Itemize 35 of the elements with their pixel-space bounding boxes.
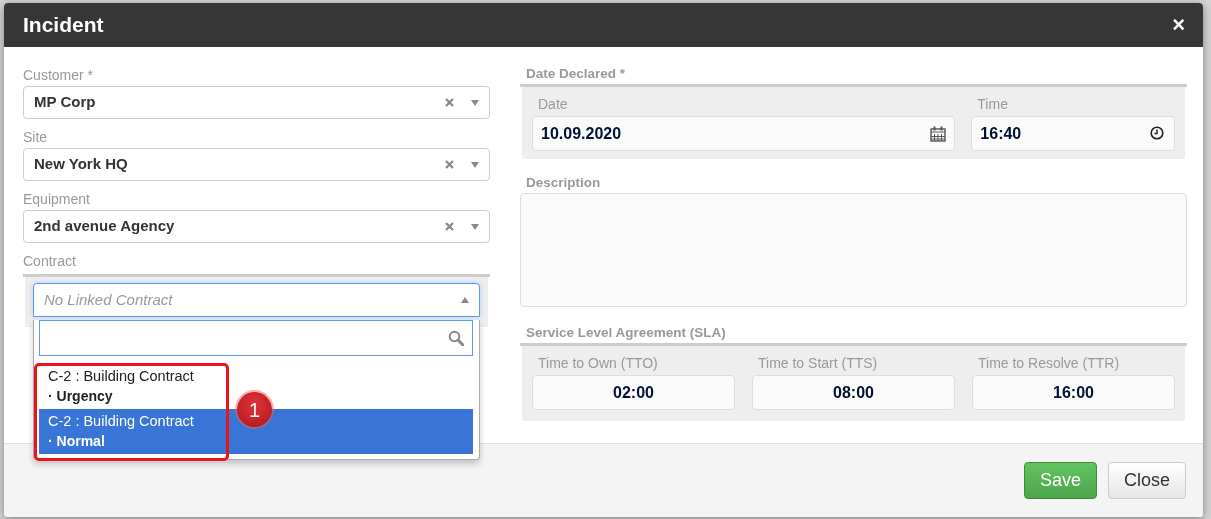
caret-icon[interactable]: [461, 297, 469, 303]
field-label: Contract: [23, 252, 77, 270]
close-button[interactable]: ×: [1172, 14, 1185, 36]
field-label: Customer *: [23, 66, 95, 84]
caret-icon[interactable]: [471, 223, 479, 230]
close-button[interactable]: Close: [1108, 462, 1186, 499]
time-field: 16:00: [972, 375, 1175, 410]
field-label: Time to Start (TTS): [758, 355, 879, 371]
select-field[interactable]: 2nd avenue Agency: [23, 210, 490, 243]
calendar-icon[interactable]: [930, 125, 947, 142]
description-field[interactable]: [520, 193, 1187, 307]
time-field[interactable]: 16:40: [971, 116, 1175, 151]
caret-icon[interactable]: [471, 99, 479, 106]
section-label: Service Level Agreement (SLA): [525, 325, 727, 341]
clock-icon[interactable]: [1150, 125, 1166, 142]
time-field: 08:00: [752, 375, 955, 410]
field-label: Time to Own (TTO): [538, 355, 659, 371]
clear-icon[interactable]: [445, 98, 454, 107]
caret-icon[interactable]: [471, 161, 479, 168]
dialog-title: Incident: [23, 12, 104, 39]
field-label: Date: [538, 96, 569, 112]
clear-icon[interactable]: [445, 160, 454, 169]
field-label: Time: [977, 96, 1009, 112]
field-label: Site: [23, 128, 49, 146]
search-field[interactable]: [39, 320, 473, 356]
date-field[interactable]: 10.09.2020: [532, 116, 956, 151]
clear-icon[interactable]: [445, 222, 454, 231]
select-field[interactable]: MP Corp: [23, 86, 490, 119]
section-label: Date Declared *: [525, 66, 627, 82]
field-label: Equipment: [23, 190, 91, 208]
time-field: 02:00: [532, 375, 735, 410]
section-label: Description: [525, 175, 602, 191]
search-icon[interactable]: [448, 330, 464, 346]
field-label: Time to Resolve (TTR): [978, 355, 1121, 371]
select-field[interactable]: New York HQ: [23, 148, 490, 181]
